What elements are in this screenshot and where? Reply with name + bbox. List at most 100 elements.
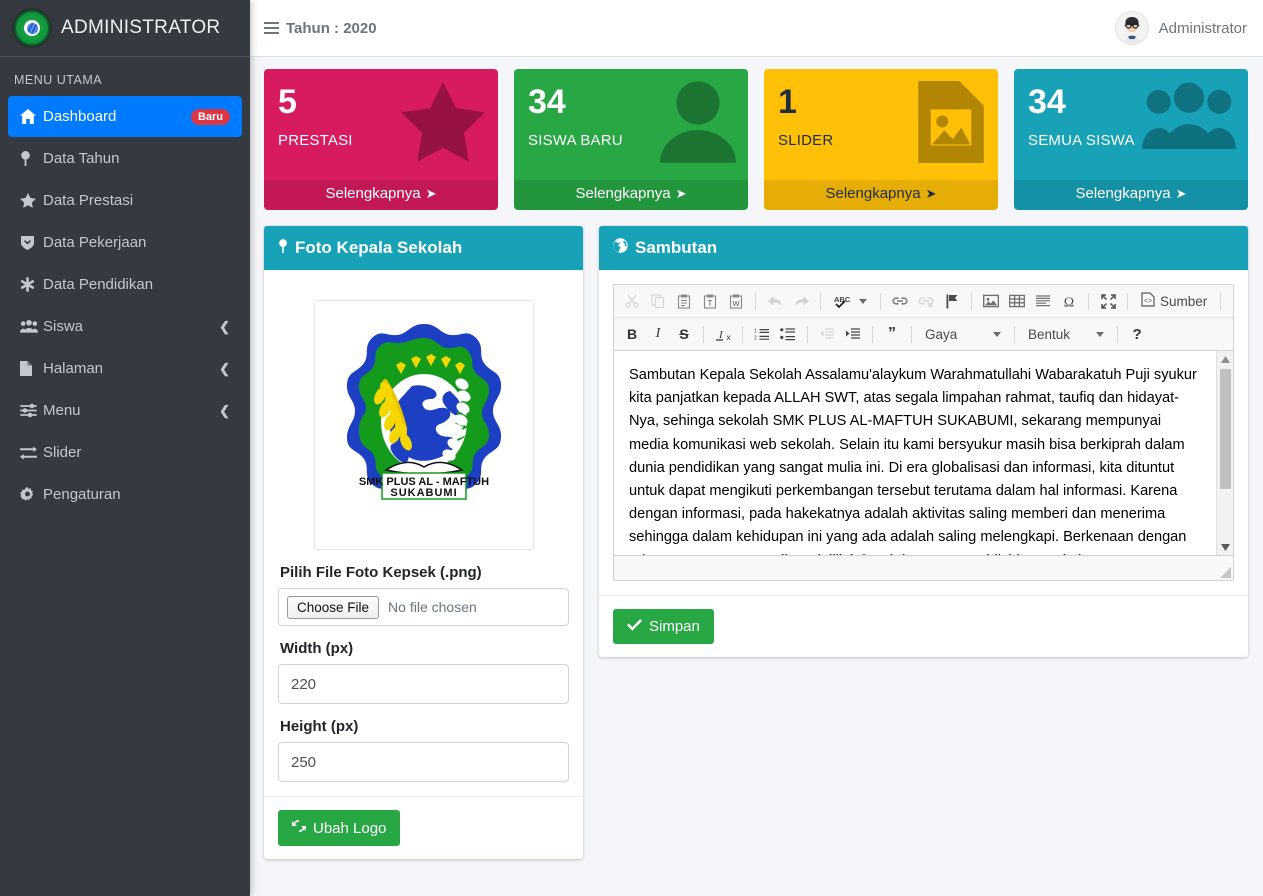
panel-title: Foto Kepala Sekolah: [295, 238, 462, 258]
svg-text:1: 1: [754, 329, 757, 335]
paste-text-icon[interactable]: T: [698, 289, 722, 313]
editor-resize-handle[interactable]: [1220, 567, 1231, 578]
scrollbar-thumb[interactable]: [1220, 369, 1231, 489]
link-icon[interactable]: [888, 289, 912, 313]
maximize-icon[interactable]: [1096, 289, 1120, 313]
stat-link-label: Selengkapnya: [826, 185, 921, 202]
stat-card-link[interactable]: Selengkapnya ➤: [514, 180, 748, 210]
sidebar-item-label: Data Pendidikan: [43, 276, 230, 293]
file-icon: [20, 361, 43, 376]
sidebar-item-data-pekerjaan[interactable]: Data Pekerjaan: [8, 222, 242, 263]
toolbar-separator: [971, 293, 972, 310]
help-button[interactable]: ?: [1125, 322, 1149, 346]
topbar-title-group[interactable]: Tahun : 2020: [264, 20, 377, 37]
format-dropdown-value: Bentuk: [1028, 327, 1070, 342]
sidebar-item-menu[interactable]: Menu ❮: [8, 390, 242, 431]
toolbar-separator: [911, 326, 912, 343]
simpan-button[interactable]: Simpan: [613, 609, 714, 644]
sidebar-item-pengaturan[interactable]: Pengaturan: [8, 474, 242, 515]
editor-toolbar-row-1: T W: [614, 285, 1233, 317]
svg-text:T: T: [708, 299, 713, 308]
outdent-icon[interactable]: [815, 322, 839, 346]
sidebar-item-data-tahun[interactable]: Data Tahun: [8, 138, 242, 179]
indent-icon[interactable]: [841, 322, 865, 346]
stat-card-link[interactable]: Selengkapnya➤: [1014, 180, 1248, 210]
sidebar-item-siswa[interactable]: Siswa ❮: [8, 306, 242, 347]
brand[interactable]: ADMINISTRATOR: [0, 0, 250, 57]
svg-text:<>: <>: [1144, 298, 1152, 305]
sidebar-item-label: Data Prestasi: [43, 192, 230, 209]
height-input[interactable]: [278, 742, 569, 782]
editor-content-area[interactable]: Sambutan Kepala Sekolah Assalamu'alaykum…: [614, 351, 1233, 556]
toolbar-separator: [1088, 293, 1089, 310]
sidebar-item-dashboard[interactable]: Dashboard Baru: [8, 96, 242, 137]
blockquote-icon[interactable]: ”: [880, 322, 904, 346]
ubah-logo-button[interactable]: Ubah Logo: [278, 810, 400, 846]
editor-footer: [614, 556, 1233, 580]
app-root: ADMINISTRATOR MENU UTAMA Dashboard Baru …: [0, 0, 1263, 896]
bold-icon[interactable]: B: [620, 322, 644, 346]
stat-card-link[interactable]: Selengkapnya➤: [264, 180, 498, 210]
user-menu[interactable]: Administrator: [1115, 11, 1247, 45]
logo-text-line2: SUKABUMI: [390, 487, 457, 499]
scroll-down-arrow-icon[interactable]: [1221, 539, 1230, 555]
sidebar-item-label: Pengaturan: [43, 486, 230, 503]
width-input[interactable]: [278, 664, 569, 704]
editor-toolbar-row-2: B I S Ix 12: [614, 317, 1233, 350]
file-status-text: No file chosen: [388, 599, 477, 615]
toolbar-separator: [703, 326, 704, 343]
strikethrough-icon[interactable]: S: [672, 322, 696, 346]
numbered-list-icon[interactable]: 12: [750, 322, 774, 346]
stat-card-link[interactable]: Selengkapnya ➤: [764, 180, 998, 210]
topbar-title: Tahun : 2020: [286, 20, 377, 37]
scroll-up-arrow-icon[interactable]: [1221, 351, 1230, 367]
editor-toolbar: T W: [614, 285, 1233, 351]
sidebar-item-data-pendidikan[interactable]: Data Pendidikan: [8, 264, 242, 305]
arrow-circle-right-icon: ➤: [676, 186, 687, 201]
arrow-circle-right-icon: ➤: [926, 186, 937, 201]
sidebar-item-label: Data Pekerjaan: [43, 234, 230, 251]
globe-icon: [613, 238, 628, 258]
source-button[interactable]: <> Sumber: [1135, 289, 1213, 313]
copy-icon[interactable]: [646, 289, 670, 313]
gear-icon: [20, 487, 43, 502]
remove-format-icon[interactable]: Ix: [711, 322, 735, 346]
paste-icon[interactable]: [672, 289, 696, 313]
image-icon[interactable]: [979, 289, 1003, 313]
style-dropdown[interactable]: Gaya: [919, 322, 1007, 346]
hamburger-icon[interactable]: [264, 22, 279, 34]
shield-icon: [20, 235, 43, 250]
undo-icon[interactable]: [763, 289, 787, 313]
choose-file-button[interactable]: Choose File: [287, 596, 379, 619]
stat-link-label: Selengkapnya: [576, 185, 671, 202]
redo-icon[interactable]: [789, 289, 813, 313]
sidebar-item-halaman[interactable]: Halaman ❮: [8, 348, 242, 389]
sidebar-item-data-prestasi[interactable]: Data Prestasi: [8, 180, 242, 221]
sidebar-heading: MENU UTAMA: [0, 57, 250, 96]
italic-icon[interactable]: I: [646, 322, 670, 346]
editor-content-text[interactable]: Sambutan Kepala Sekolah Assalamu'alaykum…: [614, 351, 1233, 556]
file-input[interactable]: Choose File No file chosen: [278, 588, 569, 626]
sidebar-item-label: Data Tahun: [43, 150, 230, 167]
simpan-label: Simpan: [649, 618, 700, 635]
table-icon[interactable]: [1005, 289, 1029, 313]
spellcheck-icon[interactable]: ABC: [828, 289, 873, 313]
cut-icon[interactable]: [620, 289, 644, 313]
unlink-icon[interactable]: [914, 289, 938, 313]
special-char-icon[interactable]: Ω: [1057, 289, 1081, 313]
user-name: Administrator: [1159, 20, 1247, 37]
horizontal-rule-icon[interactable]: [1031, 289, 1055, 313]
editor-scrollbar[interactable]: [1216, 351, 1233, 555]
panel-footer: Simpan: [599, 595, 1248, 657]
format-dropdown[interactable]: Bentuk: [1022, 322, 1110, 346]
svg-text:I: I: [718, 329, 724, 341]
anchor-flag-icon[interactable]: [940, 289, 964, 313]
paste-word-icon[interactable]: W: [724, 289, 748, 313]
stat-card-slider: 1 SLIDER Selengkapnya➤: [764, 69, 998, 210]
toolbar-separator: [742, 326, 743, 343]
help-button-label: ?: [1132, 326, 1141, 343]
check-icon: [627, 618, 642, 635]
bulleted-list-icon[interactable]: [776, 322, 800, 346]
sidebar-item-slider[interactable]: Slider: [8, 432, 242, 473]
toolbar-separator: [1220, 293, 1221, 310]
